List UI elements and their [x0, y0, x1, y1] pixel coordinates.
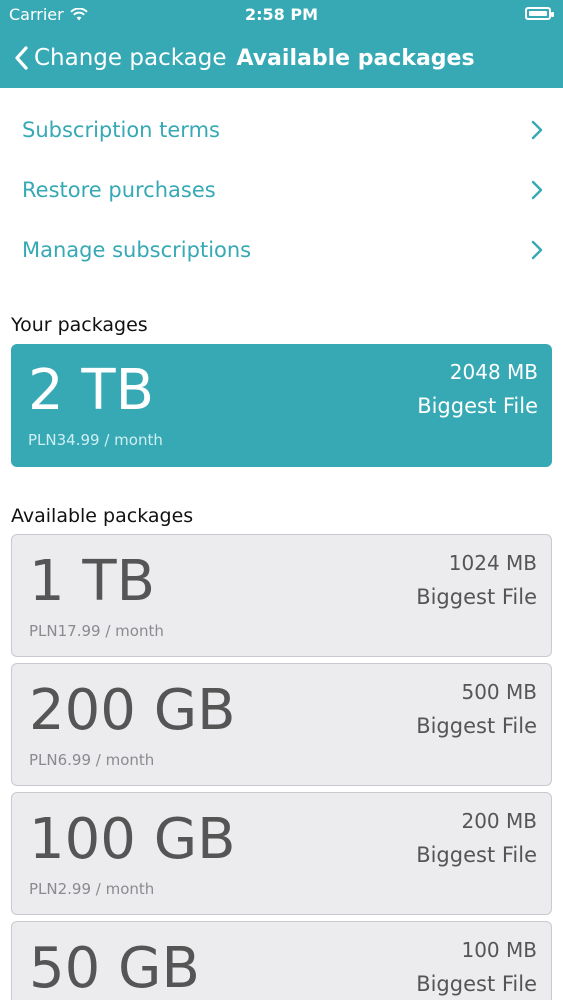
package-file-limit: 1024 MB [448, 551, 537, 575]
menu-item-manage-subscriptions[interactable]: Manage subscriptions [0, 220, 563, 280]
section-title-available-packages: Available packages [11, 505, 194, 527]
chevron-right-icon [531, 180, 543, 200]
package-file-limit: 500 MB [461, 680, 537, 704]
status-time: 2:58 PM [244, 5, 318, 24]
package-size: 50 GB [29, 936, 200, 1001]
package-file-limit-label: Biggest File [416, 714, 537, 738]
back-button[interactable]: Change package [14, 45, 226, 71]
package-file-limit-label: Biggest File [416, 972, 537, 996]
package-price: PLN17.99 / month [29, 622, 164, 640]
menu-item-label: Restore purchases [22, 178, 216, 202]
package-file-limit-label: Biggest File [417, 394, 538, 418]
settings-menu: Subscription terms Restore purchases Man… [0, 100, 563, 280]
menu-item-restore-purchases[interactable]: Restore purchases [0, 160, 563, 220]
chevron-right-icon [531, 120, 543, 140]
top-bar: Carrier 2:58 PM Change package Available… [0, 0, 563, 88]
chevron-right-icon [531, 240, 543, 260]
package-card-100gb[interactable]: 100 GB PLN2.99 / month 200 MB Biggest Fi… [11, 792, 552, 915]
package-size: 1 TB [29, 549, 156, 614]
section-title-your-packages: Your packages [11, 314, 148, 336]
package-file-limit: 200 MB [461, 809, 537, 833]
package-size: 2 TB [28, 358, 155, 423]
package-size: 100 GB [29, 807, 236, 872]
status-bar: Carrier 2:58 PM [0, 0, 563, 30]
battery-icon [525, 7, 554, 20]
navigation-bar: Change package Available packages [0, 36, 563, 80]
package-price: PLN2.99 / month [29, 880, 155, 898]
package-card-200gb[interactable]: 200 GB PLN6.99 / month 500 MB Biggest Fi… [11, 663, 552, 786]
package-file-limit: 100 MB [461, 938, 537, 962]
package-file-limit-label: Biggest File [416, 585, 537, 609]
package-file-limit: 2048 MB [449, 360, 538, 384]
package-price: PLN6.99 / month [29, 751, 155, 769]
package-card-1tb[interactable]: 1 TB PLN17.99 / month 1024 MB Biggest Fi… [11, 534, 552, 657]
current-package-card[interactable]: 2 TB PLN34.99 / month 2048 MB Biggest Fi… [11, 344, 552, 467]
package-file-limit-label: Biggest File [416, 843, 537, 867]
menu-item-label: Subscription terms [22, 118, 220, 142]
back-button-label: Change package [34, 45, 227, 71]
menu-item-subscription-terms[interactable]: Subscription terms [0, 100, 563, 160]
package-size: 200 GB [29, 678, 236, 743]
page-title: Available packages [236, 45, 475, 71]
chevron-left-icon [15, 46, 28, 70]
package-card-50gb[interactable]: 50 GB 100 MB Biggest File [11, 921, 552, 1001]
menu-item-label: Manage subscriptions [22, 238, 252, 262]
package-price: PLN34.99 / month [28, 431, 163, 449]
